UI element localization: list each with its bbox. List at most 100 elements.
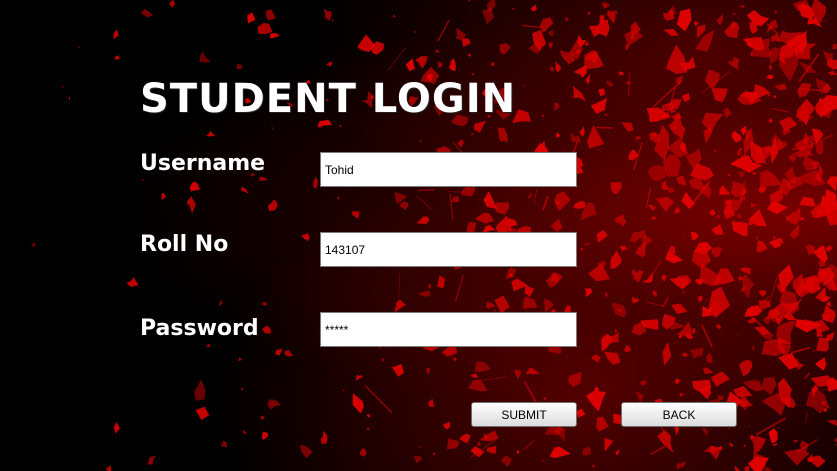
splatter-fleck (748, 425, 751, 428)
splatter-fleck (825, 331, 835, 342)
splatter-fleck (750, 202, 758, 208)
splatter-fleck (113, 422, 120, 434)
splatter-fleck (716, 213, 720, 220)
splatter-fleck (689, 347, 704, 360)
splatter-fleck (485, 301, 495, 310)
splatter-fleck (68, 96, 71, 100)
splatter-fleck (826, 176, 837, 192)
splatter-fleck (587, 124, 605, 149)
splatter-fleck (573, 65, 587, 78)
splatter-fleck (610, 250, 622, 269)
splatter-fleck (711, 88, 728, 103)
splatter-fleck (573, 86, 587, 102)
splatter-fleck (580, 247, 584, 251)
splatter-fleck (739, 267, 751, 275)
splatter-fleck (756, 240, 768, 253)
splatter-fleck (737, 334, 739, 336)
back-button[interactable]: BACK (621, 402, 737, 427)
splatter-fleck (588, 263, 610, 282)
splatter-streak (645, 301, 665, 308)
splatter-streak (805, 412, 808, 424)
splatter-fleck (555, 61, 562, 73)
submit-button[interactable]: SUBMIT (471, 402, 577, 427)
splatter-fleck (597, 148, 599, 152)
splatter-fleck (474, 361, 491, 372)
splatter-fleck (443, 421, 450, 430)
splatter-streak (542, 195, 549, 211)
splatter-fleck (711, 224, 724, 235)
splatter-fleck (585, 74, 590, 85)
splatter-fleck (632, 296, 639, 304)
splatter-fleck (313, 176, 318, 189)
splatter-fleck (760, 377, 777, 395)
splatter-fleck (591, 354, 601, 363)
splatter-fleck (789, 207, 801, 225)
splatter-fleck (240, 387, 244, 391)
splatter-fleck (654, 124, 670, 161)
splatter-fleck (599, 15, 605, 22)
splatter-fleck (267, 399, 281, 410)
splatter-fleck (755, 236, 759, 240)
splatter-fleck (105, 465, 112, 471)
splatter-fleck (749, 436, 767, 454)
splatter-fleck (634, 136, 642, 140)
splatter-fleck (596, 229, 608, 243)
splatter-fleck (589, 25, 600, 37)
splatter-fleck (719, 185, 731, 196)
splatter-streak (682, 290, 686, 294)
splatter-fleck (195, 406, 210, 420)
splatter-fleck (455, 27, 466, 40)
splatter-fleck (332, 19, 334, 22)
splatter-fleck (759, 290, 767, 297)
splatter-fleck (426, 367, 431, 375)
splatter-fleck (661, 180, 670, 190)
splatter-fleck (751, 452, 766, 471)
splatter-fleck (669, 278, 689, 290)
splatter-fleck (768, 428, 778, 444)
splatter-fleck (432, 452, 436, 456)
splatter-fleck (610, 182, 622, 194)
username-field[interactable] (320, 152, 577, 187)
splatter-fleck (603, 113, 608, 117)
splatter-fleck (468, 379, 488, 392)
splatter-streak (522, 440, 535, 451)
splatter-streak (455, 275, 464, 302)
splatter-fleck (542, 459, 545, 463)
splatter-fleck (803, 154, 820, 171)
splatter-fleck (709, 209, 716, 216)
splatter-streak (701, 324, 713, 348)
splatter-streak (595, 126, 614, 129)
splatter-fleck (604, 351, 621, 365)
splatter-fleck (731, 130, 742, 143)
splatter-fleck (773, 95, 776, 99)
splatter-fleck (596, 416, 609, 432)
splatter-fleck (437, 275, 445, 289)
splatter-fleck (606, 80, 614, 87)
splatter-fleck (778, 353, 800, 370)
splatter-fleck (437, 60, 443, 68)
splatter-fleck (500, 455, 512, 468)
splatter-fleck (161, 192, 166, 201)
splatter-fleck (495, 202, 510, 215)
splatter-fleck (674, 206, 680, 214)
splatter-fleck (799, 196, 816, 207)
splatter-fleck (769, 117, 773, 123)
splatter-fleck (736, 148, 742, 157)
splatter-fleck (511, 7, 515, 10)
splatter-fleck (584, 288, 592, 298)
splatter-fleck (486, 445, 497, 454)
splatter-streak (533, 189, 538, 203)
login-window: STUDENT LOGIN Username Roll No Password … (0, 0, 837, 471)
splatter-fleck (505, 267, 517, 280)
splatter-streak (447, 191, 465, 193)
splatter-fleck (744, 305, 763, 317)
password-field[interactable] (320, 312, 577, 347)
roll-no-field[interactable] (320, 232, 577, 267)
splatter-fleck (359, 448, 367, 457)
splatter-fleck (690, 232, 699, 241)
splatter-fleck (418, 290, 431, 297)
splatter-fleck (338, 124, 342, 127)
splatter-streak (772, 107, 789, 113)
splatter-fleck (767, 201, 789, 215)
splatter-fleck (727, 56, 740, 70)
